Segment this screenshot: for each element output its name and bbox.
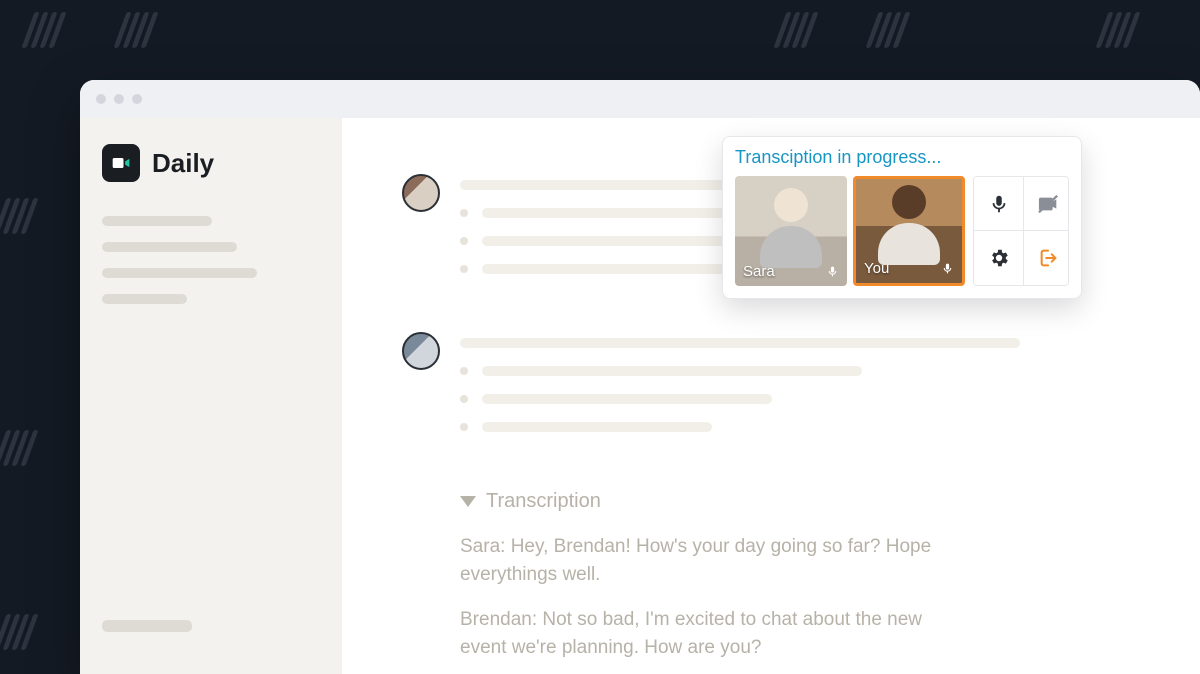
avatar [402, 174, 440, 212]
sidebar-item[interactable] [102, 294, 187, 304]
leave-icon [1038, 247, 1060, 269]
participant-name: You [864, 260, 889, 277]
transcription-header-label: Transcription [486, 490, 601, 513]
participant-tile-sara[interactable]: Sara [735, 176, 847, 286]
camera-off-icon [1038, 193, 1060, 215]
message-body [460, 332, 1160, 450]
chevron-down-icon [460, 496, 476, 507]
window-max-dot[interactable] [132, 94, 142, 104]
camera-icon [111, 153, 131, 173]
transcription-line: Brendan: Not so bad, I'm excited to chat… [460, 606, 940, 661]
message [402, 332, 1160, 450]
text-placeholder [460, 338, 1020, 348]
transcription-line: Sara: Hey, Brendan! How's your day going… [460, 533, 940, 588]
transcription-toggle[interactable]: Transcription [460, 490, 1160, 513]
leave-button[interactable] [1024, 231, 1069, 285]
mic-button[interactable] [974, 177, 1024, 231]
text-placeholder [482, 422, 712, 432]
participant-tile-you[interactable]: You [853, 176, 965, 286]
mic-icon [941, 262, 954, 275]
mic-icon [826, 265, 839, 278]
sidebar-item[interactable] [102, 242, 237, 252]
camera-toggle-button[interactable] [1024, 177, 1069, 231]
browser-chrome [80, 80, 1200, 118]
brand-logo [102, 144, 140, 182]
settings-button[interactable] [974, 231, 1024, 285]
brand: Daily [102, 144, 320, 182]
avatar [402, 332, 440, 370]
window-min-dot[interactable] [114, 94, 124, 104]
window-close-dot[interactable] [96, 94, 106, 104]
video-call-widget[interactable]: Transciption in progress... Sara You [722, 136, 1082, 299]
gear-icon [988, 247, 1010, 269]
text-placeholder [482, 264, 752, 274]
sidebar-item[interactable] [102, 216, 212, 226]
participant-tiles: Sara You [735, 176, 965, 286]
text-placeholder [482, 366, 862, 376]
call-controls [973, 176, 1069, 286]
transcription-status: Transciption in progress... [735, 147, 1069, 168]
mic-icon [988, 193, 1010, 215]
brand-name: Daily [152, 148, 214, 179]
sidebar-item[interactable] [102, 268, 257, 278]
transcription-section: Transcription Sara: Hey, Brendan! How's … [460, 490, 1160, 674]
sidebar: Daily [80, 118, 342, 674]
participant-name: Sara [743, 263, 775, 280]
sidebar-footer-item[interactable] [102, 620, 192, 632]
text-placeholder [482, 394, 772, 404]
